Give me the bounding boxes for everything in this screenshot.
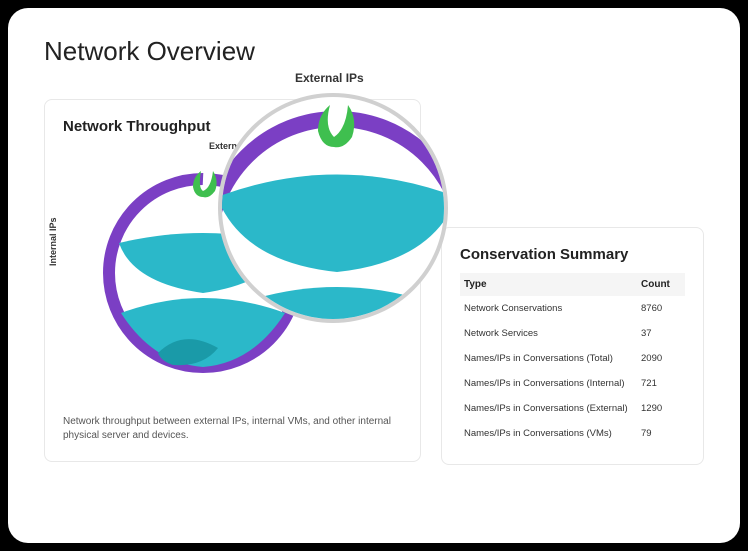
cell-count: 79 [637,421,685,446]
col-count: Count [637,273,685,296]
summary-card: Conservation Summary Type Count Network … [441,227,704,465]
cell-type: Network Services [460,321,637,346]
table-row: Network Services 37 [460,321,685,346]
dashboard-container: Network Overview Network Throughput Exte… [8,8,740,543]
cell-count: 1290 [637,396,685,421]
cell-count: 721 [637,371,685,396]
summary-title: Conservation Summary [460,246,685,263]
cell-type: Names/IPs in Conversations (External) [460,396,637,421]
cell-count: 2090 [637,346,685,371]
summary-table: Type Count Network Conservations 8760 Ne… [460,273,685,446]
table-row: Names/IPs in Conversations (VMs) 79 [460,421,685,446]
cell-type: Names/IPs in Conversations (VMs) [460,421,637,446]
chord-chart-area: External Internal IPs External IPs [63,143,402,403]
cell-type: Names/IPs in Conversations (Total) [460,346,637,371]
content-row: Network Throughput External Internal IPs… [44,99,704,465]
table-row: Network Conservations 8760 [460,296,685,321]
cell-count: 37 [637,321,685,346]
label-external-big: External IPs [295,71,364,85]
throughput-caption: Network throughput between external IPs,… [63,415,402,443]
chord-diagram-magnified [222,97,448,323]
table-row: Names/IPs in Conversations (External) 12… [460,396,685,421]
throughput-card: Network Throughput External Internal IPs… [44,99,421,462]
cell-type: Names/IPs in Conversations (Internal) [460,371,637,396]
label-internal: Internal IPs [48,217,58,266]
cell-count: 8760 [637,296,685,321]
magnifier-lens [218,93,448,323]
page-title: Network Overview [44,36,704,67]
table-row: Names/IPs in Conversations (Total) 2090 [460,346,685,371]
col-type: Type [460,273,637,296]
table-row: Names/IPs in Conversations (Internal) 72… [460,371,685,396]
cell-type: Network Conservations [460,296,637,321]
